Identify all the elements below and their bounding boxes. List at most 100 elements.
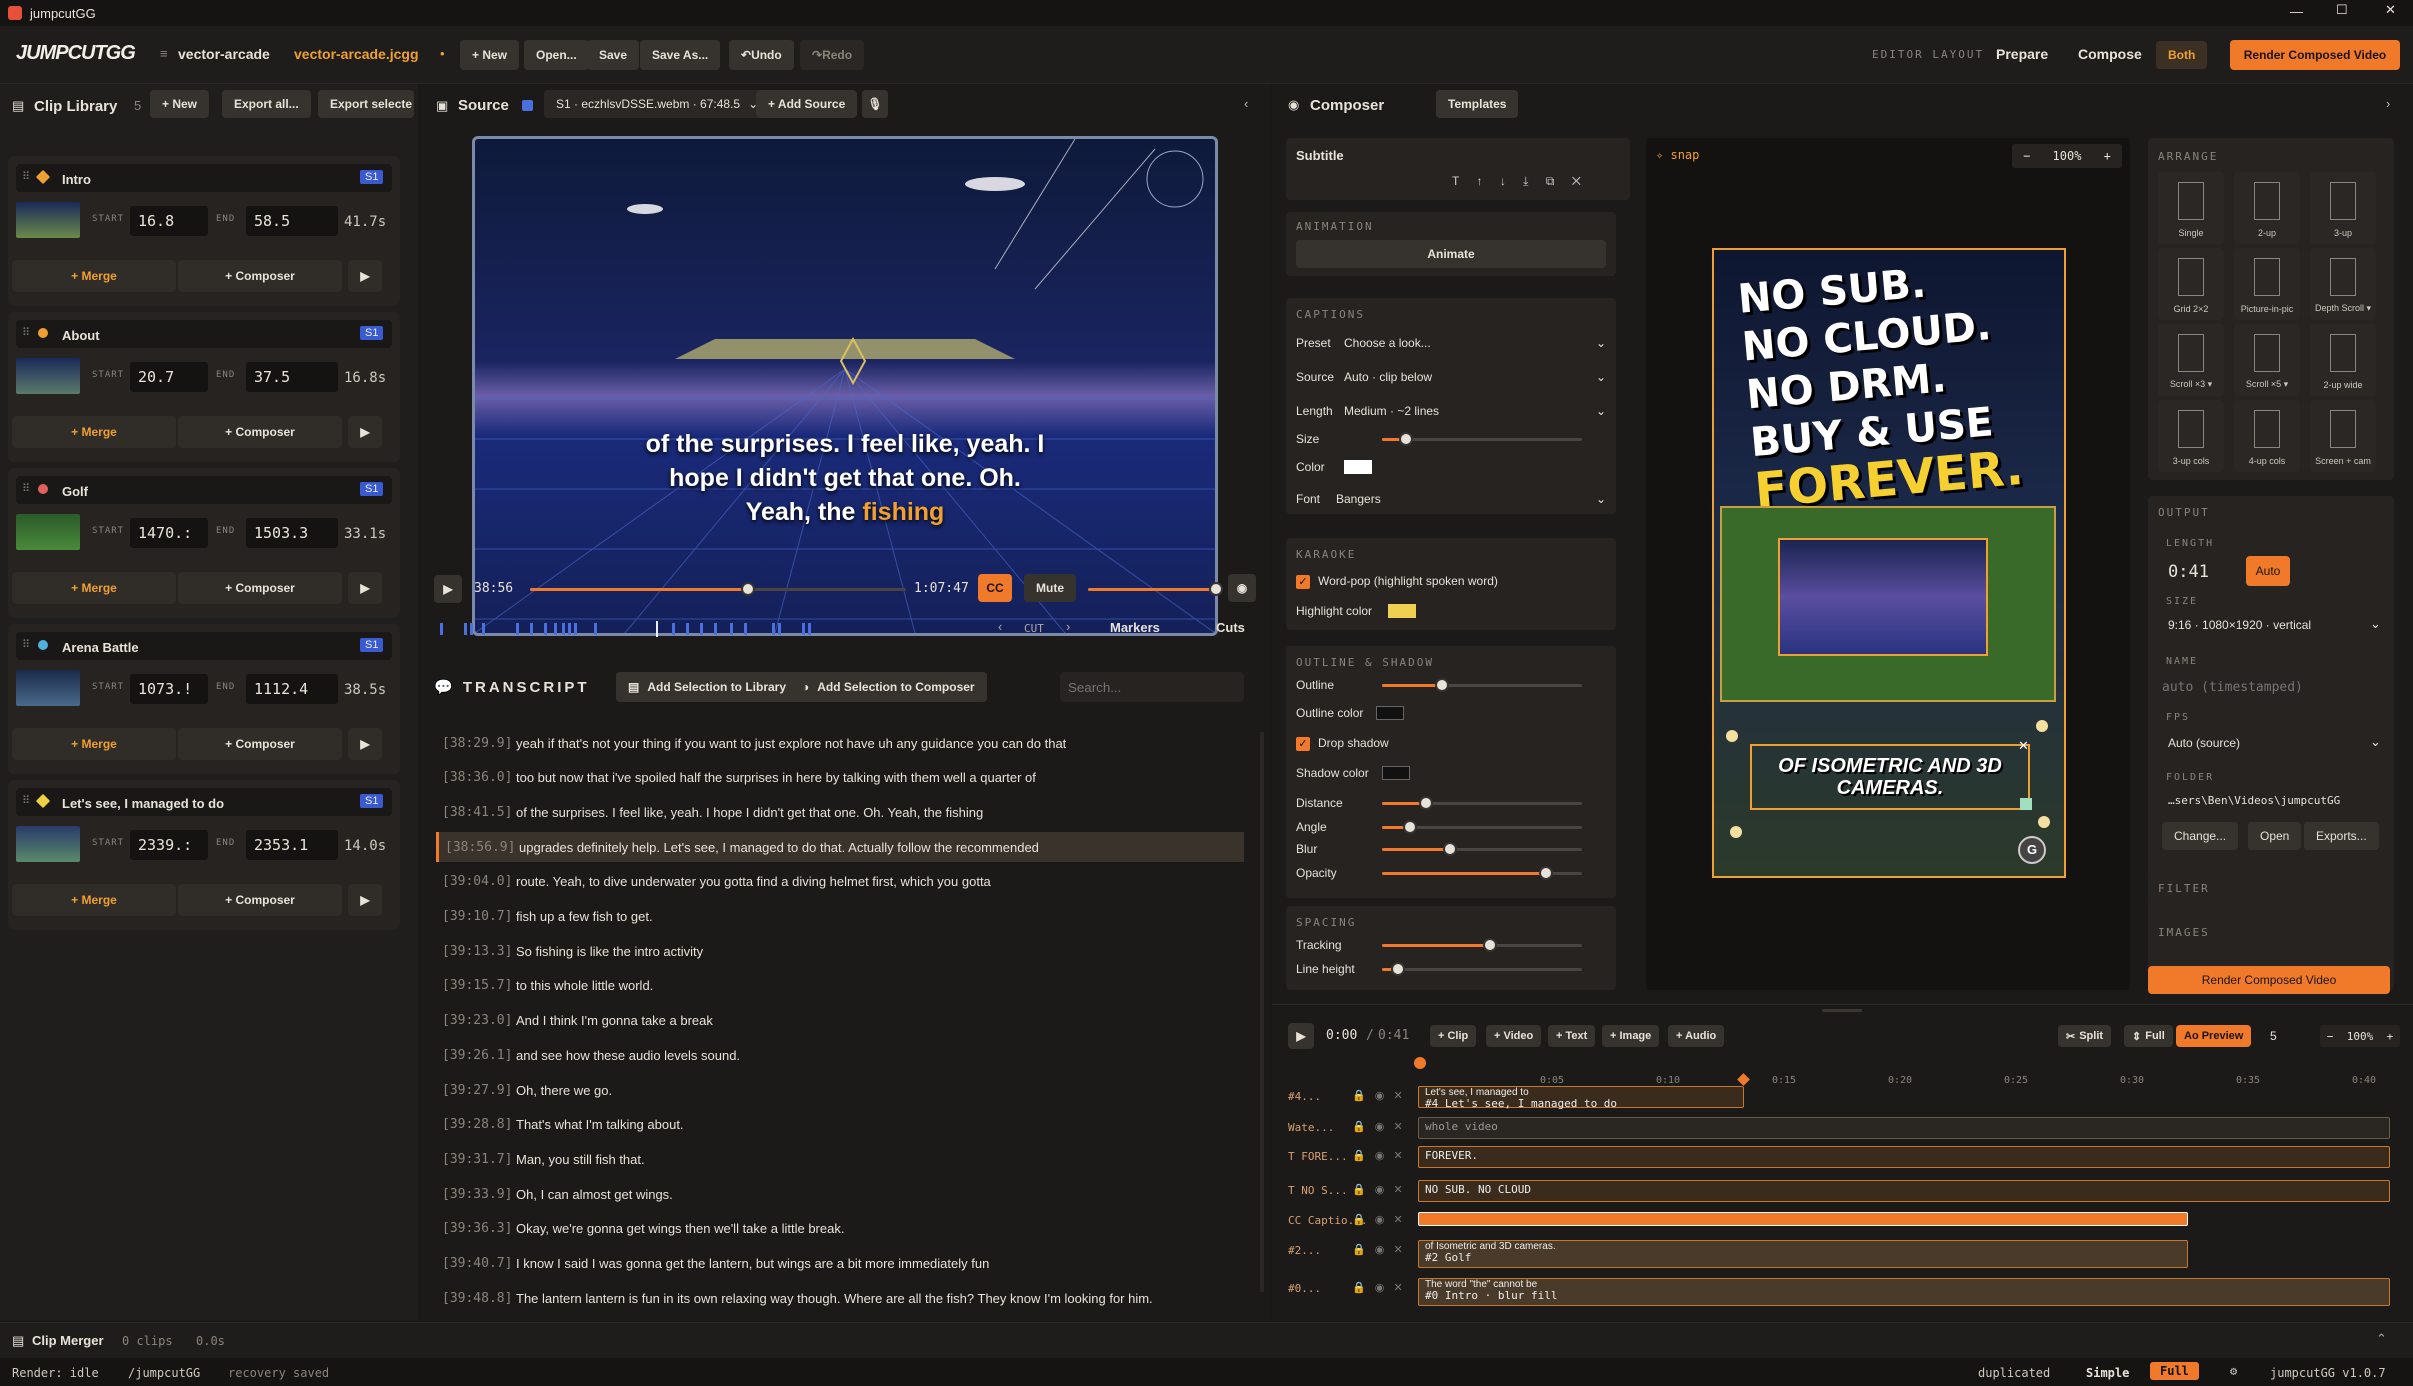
- eye-icon[interactable]: ◉: [1375, 1244, 1385, 1256]
- move-down-icon[interactable]: ↓: [1500, 174, 1506, 188]
- next-cut-icon[interactable]: ›: [1066, 619, 1070, 634]
- clip-color-dot[interactable]: [38, 484, 48, 494]
- transcript-text[interactable]: I know I said I was gonna get the lanter…: [516, 1256, 989, 1271]
- send-to-composer-button[interactable]: + Composer: [178, 416, 342, 448]
- transcript-timestamp[interactable]: [39:13.3]: [436, 944, 516, 959]
- resize-handle[interactable]: [2020, 798, 2032, 810]
- eye-icon[interactable]: ◉: [1375, 1184, 1385, 1196]
- track-label[interactable]: Wate...: [1288, 1121, 1334, 1134]
- transcript-timestamp[interactable]: [39:23.0]: [436, 1013, 516, 1028]
- transcript-timestamp[interactable]: [38:29.9]: [436, 736, 516, 751]
- slider-handle[interactable]: [1539, 866, 1553, 880]
- merge-button[interactable]: + Merge: [12, 572, 176, 604]
- playhead[interactable]: [1414, 1057, 1426, 1069]
- transcript-row[interactable]: [39:27.9] Oh, there we go.: [436, 1075, 1244, 1105]
- clip-play-button[interactable]: ▶: [348, 416, 382, 448]
- transcript-row[interactable]: [39:36.3] Okay, we're gonna get wings the…: [436, 1214, 1244, 1244]
- clip-play-button[interactable]: ▶: [348, 260, 382, 292]
- embedded-golf-clip[interactable]: [1720, 506, 2056, 702]
- transcript-text[interactable]: Okay, we're gonna get wings then we'll t…: [516, 1221, 844, 1236]
- source-chevron-icon[interactable]: ⌄: [1596, 370, 1606, 384]
- add-clip-button[interactable]: + Clip: [1430, 1025, 1477, 1047]
- transcript-timestamp[interactable]: [39:26.1]: [436, 1048, 516, 1063]
- delete-icon[interactable]: ✕: [1572, 174, 1581, 188]
- filter-header[interactable]: FILTER: [2158, 882, 2210, 895]
- animation-header[interactable]: ANIMATION: [1296, 220, 1374, 233]
- composer-canvas[interactable]: ✧ snap − 100% + NO SUB. NO CLOUD. NO DRM. …: [1646, 138, 2130, 990]
- eye-icon[interactable]: ◉: [1375, 1090, 1385, 1102]
- source-select[interactable]: Auto · clip below: [1344, 370, 1432, 384]
- transcript-timestamp[interactable]: [39:27.9]: [436, 1083, 516, 1098]
- drag-handle-icon[interactable]: ⠿: [22, 170, 30, 183]
- lock-icon[interactable]: 🔒: [1352, 1214, 1366, 1226]
- lock-icon[interactable]: 🔒: [1352, 1184, 1366, 1196]
- distance-slider[interactable]: [1382, 796, 1582, 810]
- lock-icon[interactable]: 🔒: [1352, 1282, 1366, 1294]
- clip-name[interactable]: About: [62, 328, 100, 343]
- add-image-button[interactable]: + Image: [1602, 1025, 1660, 1047]
- layout-both-tab[interactable]: Both: [2156, 41, 2208, 69]
- transcript-text[interactable]: to this whole little world.: [516, 978, 653, 993]
- transcript-row[interactable]: [39:28.8] That's what I'm talking about.: [436, 1110, 1244, 1140]
- clip-color-dot[interactable]: [38, 328, 48, 338]
- transcript-row[interactable]: [39:23.0] And I think I'm gonna take a br…: [436, 1006, 1244, 1036]
- cc-toggle[interactable]: CC: [978, 574, 1012, 602]
- track-clip[interactable]: FOREVER.: [1418, 1146, 2390, 1168]
- font-select[interactable]: Bangers: [1336, 492, 1381, 506]
- close-window-icon[interactable]: ✕: [2385, 2, 2396, 18]
- transcript-row[interactable]: [39:15.7] to this whole little world.: [436, 971, 1244, 1001]
- handle-bl[interactable]: [1730, 826, 1742, 838]
- clip-play-button[interactable]: ▶: [348, 572, 382, 604]
- move-up-icon[interactable]: ↑: [1476, 174, 1482, 188]
- clip-name[interactable]: Golf: [62, 484, 88, 499]
- transcript-row[interactable]: [38:41.5] of the surprises. I feel like, …: [436, 797, 1244, 827]
- snapshot-button[interactable]: ◉: [1228, 574, 1256, 602]
- clip-end-input[interactable]: 58.5: [246, 206, 338, 236]
- caption-box[interactable]: OF ISOMETRIC AND 3D CAMERAS.: [1750, 744, 2030, 810]
- text-style-icon[interactable]: T: [1452, 174, 1459, 188]
- volume-slider[interactable]: [1088, 582, 1223, 596]
- clip-card[interactable]: ⠿ About S1 START 20.7 END 37.5 16.8s + M…: [8, 312, 400, 462]
- end-marker[interactable]: [1737, 1073, 1750, 1086]
- video-preview[interactable]: of the surprises. I feel like, yeah. I h…: [472, 136, 1218, 636]
- exports-button[interactable]: Exports...: [2304, 822, 2379, 850]
- remove-track-icon[interactable]: ✕: [1393, 1090, 1402, 1102]
- remove-track-icon[interactable]: ✕: [1393, 1184, 1402, 1196]
- arrange-header[interactable]: ARRANGE: [2158, 150, 2218, 163]
- split-button[interactable]: ✂ Split: [2058, 1025, 2112, 1047]
- zoom-out-icon[interactable]: −: [2023, 149, 2030, 163]
- transcript-row[interactable]: [38:36.0] too but now that i've spoiled h…: [436, 763, 1244, 793]
- tl-zoom-out-icon[interactable]: −: [2327, 1030, 2334, 1043]
- slider-handle[interactable]: [1483, 938, 1497, 952]
- clip-card[interactable]: ⠿ Intro S1 START 16.8 END 58.5 41.7s + M…: [8, 156, 400, 306]
- slider-handle[interactable]: [1443, 842, 1457, 856]
- mute-button[interactable]: Mute: [1024, 574, 1076, 602]
- audio-preview-toggle[interactable]: Ao Preview: [2176, 1025, 2252, 1047]
- clip-thumbnail[interactable]: [16, 670, 80, 706]
- undo-button[interactable]: ↶ Undo: [729, 40, 794, 70]
- full-button[interactable]: ⇕ Full: [2124, 1025, 2173, 1047]
- add-text-button[interactable]: + Text: [1548, 1025, 1596, 1047]
- headline-text[interactable]: NO SUB. NO CLOUD. NO DRM. BUY & USE FORE…: [1736, 253, 2026, 519]
- lock-icon[interactable]: 🔒: [1352, 1150, 1366, 1162]
- layout-option[interactable]: Scroll ×5 ▾: [2234, 324, 2300, 396]
- highlight-color-swatch[interactable]: [1388, 604, 1416, 618]
- layout-option[interactable]: Picture-in-pic: [2234, 248, 2300, 320]
- handle-tl[interactable]: [1726, 730, 1738, 742]
- source-scrubber[interactable]: [530, 582, 906, 596]
- clip-thumbnail[interactable]: [16, 514, 80, 550]
- add-selection-library-button[interactable]: ▤ Add Selection to Library: [616, 672, 799, 702]
- drag-handle-icon[interactable]: ⠿: [22, 794, 30, 807]
- lock-icon[interactable]: 🔒: [1352, 1244, 1366, 1256]
- prev-cut-icon[interactable]: ‹: [998, 619, 1002, 634]
- duplicate-icon[interactable]: ⧉: [1546, 174, 1555, 188]
- send-to-composer-button[interactable]: + Composer: [178, 884, 342, 916]
- track-clip[interactable]: of Isometric and 3D cameras. #2 Golf: [1418, 1240, 2188, 1268]
- render-composed-bottom-button[interactable]: Render Composed Video: [2148, 966, 2390, 994]
- clip-color-dot[interactable]: [38, 640, 48, 650]
- clip-start-input[interactable]: 20.7: [130, 362, 208, 392]
- handle-tr[interactable]: [2036, 720, 2048, 732]
- add-source-button[interactable]: + Add Source: [756, 90, 858, 118]
- transcript-row[interactable]: [38:56.9] upgrades definitely help. Let's…: [436, 832, 1244, 863]
- auto-length-button[interactable]: Auto: [2246, 556, 2290, 586]
